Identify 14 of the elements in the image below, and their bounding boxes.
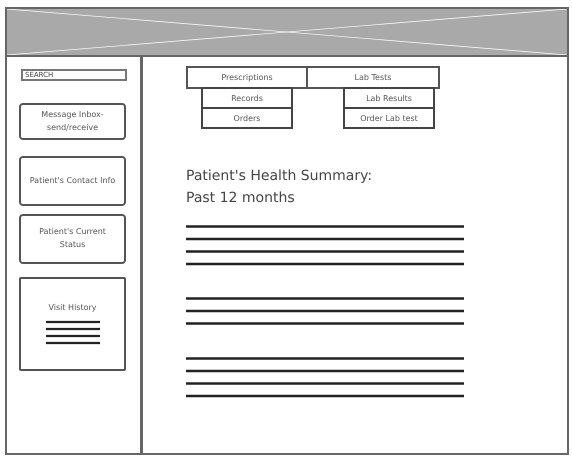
card-label: Visit History [48,302,97,314]
submenu-item[interactable]: Order Lab test [343,107,435,129]
sidebar-card[interactable]: Message Inbox-send/receive [19,103,126,140]
submenu-item[interactable]: Lab Results [343,87,435,109]
summary-heading: Patient's Health Summary: [186,167,372,186]
menu-tab[interactable]: Lab Tests [306,66,440,89]
submenu-item[interactable]: Records [201,87,293,109]
sidebar-card[interactable]: Patient's Contact Info [19,156,126,206]
text-placeholder-lines [46,320,100,346]
sidebar-card[interactable]: Visit History [19,277,126,371]
sidebar-card[interactable]: Patient's Current Status [19,214,126,264]
submenu-item[interactable]: Orders [201,107,293,129]
menu-tab[interactable]: Prescriptions [186,66,308,89]
summary-heading: Past 12 months [186,189,296,208]
